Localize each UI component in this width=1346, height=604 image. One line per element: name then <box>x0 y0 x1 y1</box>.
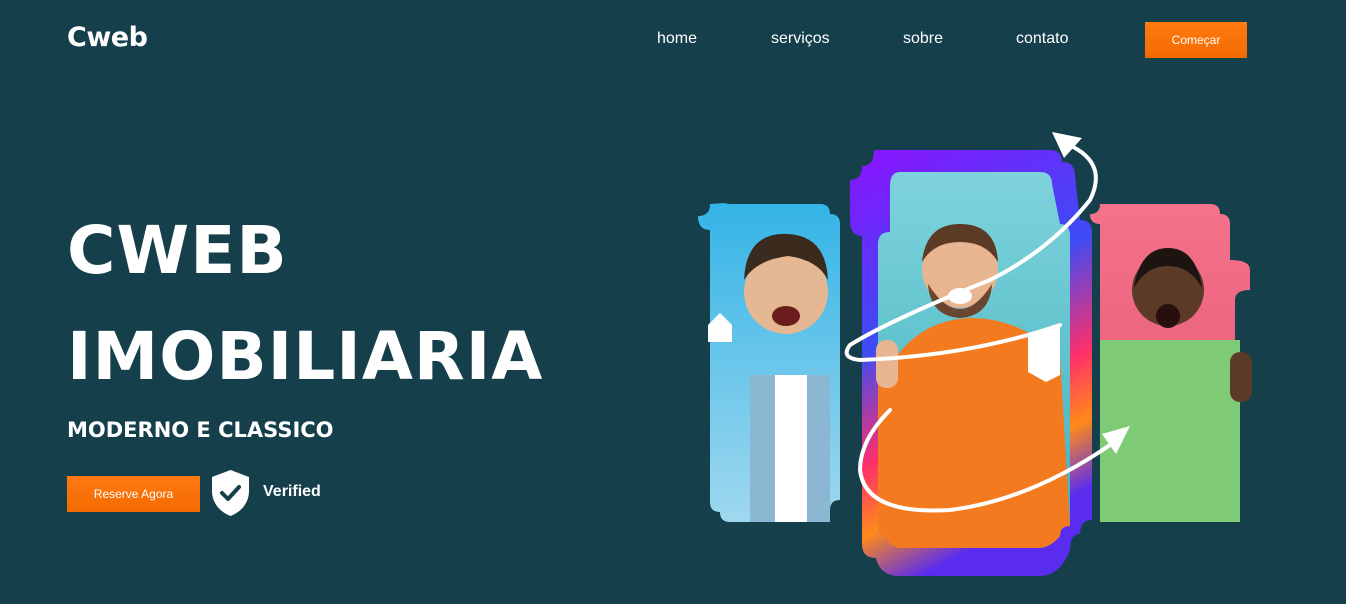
start-button[interactable]: Começar <box>1145 22 1247 58</box>
verified-label: Verified <box>263 483 321 500</box>
verified-shield-icon <box>212 470 249 516</box>
hero-subtitle: MODERNO E CLASSICO <box>67 418 334 442</box>
nav-services-link[interactable]: serviços <box>771 30 830 48</box>
nav-contact-link[interactable]: contato <box>1016 30 1068 48</box>
nav-about-link[interactable]: sobre <box>903 30 943 48</box>
hero-title-line1: CWEB <box>67 212 288 289</box>
nav-home-link[interactable]: home <box>657 30 697 48</box>
reserve-button[interactable]: Reserve Agora <box>67 476 200 512</box>
left-person-card <box>698 203 840 522</box>
right-person-card <box>1090 204 1252 522</box>
hero-title-line2: IMOBILIARIA <box>67 318 544 395</box>
center-person-card <box>850 150 1092 576</box>
hero-illustration <box>698 132 1252 576</box>
brand-logo[interactable]: Cweb <box>67 22 148 53</box>
